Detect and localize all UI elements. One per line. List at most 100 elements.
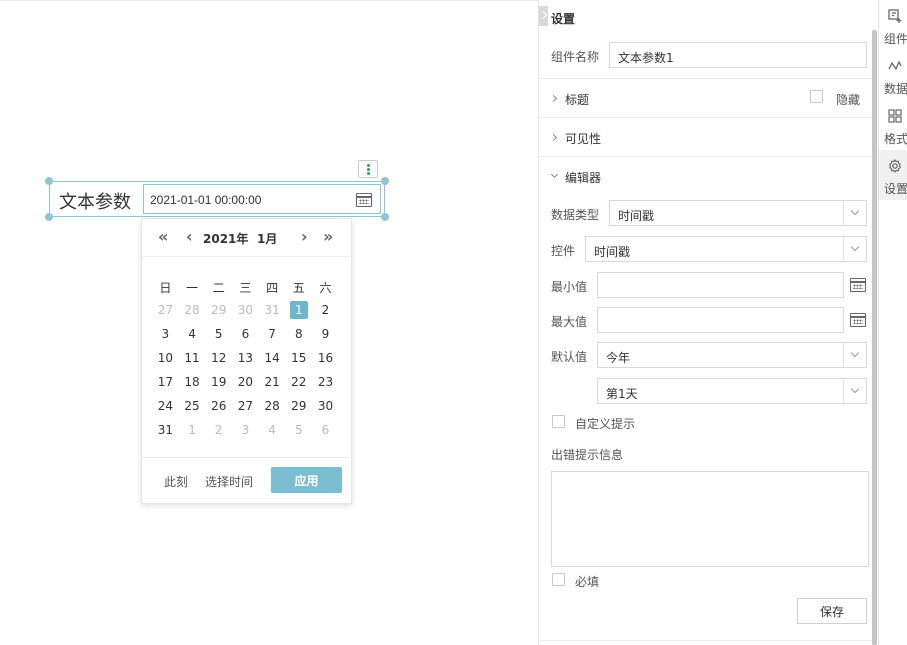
day-cell[interactable]: 4: [259, 421, 286, 439]
tab-format[interactable]: 格式: [879, 100, 907, 150]
day-cell[interactable]: 5: [285, 421, 312, 439]
day-cell[interactable]: 2: [205, 421, 232, 439]
error-msg-textarea[interactable]: [551, 471, 869, 567]
hide-checkbox[interactable]: [810, 90, 823, 103]
data-type-select[interactable]: 时间戳: [609, 200, 867, 226]
default-select[interactable]: 今年: [597, 342, 867, 368]
day-cell[interactable]: 19: [205, 373, 232, 391]
resize-handle-bottom-left[interactable]: [45, 213, 53, 221]
day-cell[interactable]: 6: [232, 325, 259, 343]
collapse-panel-button[interactable]: [539, 6, 548, 26]
day-cell[interactable]: 5: [205, 325, 232, 343]
week-row: 24 25 26 27 28 29 30: [152, 397, 349, 415]
text-param-widget[interactable]: 文本参数 2021-01-01 00:00:00: [49, 181, 385, 217]
day-cell[interactable]: 28: [259, 397, 286, 415]
section-editor[interactable]: 编辑器: [565, 169, 601, 186]
tab-settings[interactable]: 设置: [879, 150, 907, 200]
error-msg-label: 出错提示信息: [551, 448, 624, 462]
weekday-label: 二: [212, 281, 225, 295]
month-label[interactable]: 1月: [257, 230, 277, 247]
widget-more-button[interactable]: [358, 160, 378, 178]
day-cell[interactable]: 11: [179, 349, 206, 367]
resize-handle-top-right[interactable]: [381, 177, 389, 185]
tab-component[interactable]: 组件: [879, 0, 907, 50]
day-cell[interactable]: 6: [312, 421, 339, 439]
canvas: 文本参数 2021-01-01 00:00:00 « ‹ 2021年 1月 › …: [0, 0, 538, 645]
panel-scrollbar[interactable]: [872, 30, 877, 645]
day-cell[interactable]: 3: [152, 325, 179, 343]
section-title[interactable]: 标题: [565, 91, 589, 108]
calendar-icon[interactable]: [356, 193, 372, 207]
week-row: 10 11 12 13 14 15 16: [152, 349, 349, 367]
min-input[interactable]: [597, 272, 844, 298]
day-cell[interactable]: 23: [312, 373, 339, 391]
day-cell[interactable]: 27: [232, 397, 259, 415]
section-visibility[interactable]: 可见性: [565, 130, 601, 147]
day-cell[interactable]: 28: [179, 301, 206, 319]
now-button[interactable]: 此刻: [164, 473, 188, 490]
day-cell[interactable]: 4: [179, 325, 206, 343]
apply-button[interactable]: 应用: [271, 467, 342, 493]
day-cell[interactable]: 25: [179, 397, 206, 415]
required-checkbox[interactable]: [552, 573, 565, 586]
min-calendar-button[interactable]: [848, 275, 868, 295]
resize-handle-top-left[interactable]: [45, 177, 53, 185]
day-cell[interactable]: 30: [312, 397, 339, 415]
control-select[interactable]: 时间戳: [585, 236, 867, 262]
divider: [539, 156, 872, 157]
tab-data[interactable]: 数据: [879, 50, 907, 100]
day-cell[interactable]: 3: [232, 421, 259, 439]
day-cell[interactable]: 7: [259, 325, 286, 343]
next-year-button[interactable]: »: [323, 227, 333, 246]
day-cell[interactable]: 31: [152, 421, 179, 439]
day-cell[interactable]: 9: [312, 325, 339, 343]
chevron-down-icon: [550, 170, 559, 179]
component-name-label: 组件名称: [551, 50, 600, 64]
prev-year-button[interactable]: «: [158, 227, 168, 246]
custom-hint-checkbox[interactable]: [552, 415, 565, 428]
default-sub-select[interactable]: 第1天: [597, 378, 867, 404]
day-cell[interactable]: 17: [152, 373, 179, 391]
day-cell[interactable]: 15: [285, 349, 312, 367]
divider: [539, 117, 872, 118]
component-name-input[interactable]: 文本参数1: [609, 42, 867, 68]
max-calendar-button[interactable]: [848, 310, 868, 330]
day-cell[interactable]: 29: [285, 397, 312, 415]
day-cell[interactable]: 2: [312, 301, 339, 319]
week-row: 17 18 19 20 21 22 23: [152, 373, 349, 391]
chevron-down-icon: [843, 343, 866, 367]
day-cell[interactable]: 14: [259, 349, 286, 367]
day-cell[interactable]: 26: [205, 397, 232, 415]
year-label[interactable]: 2021年: [203, 230, 248, 247]
day-cell[interactable]: 29: [205, 301, 232, 319]
day-cell-selected[interactable]: 1: [289, 301, 308, 319]
day-cell[interactable]: 30: [232, 301, 259, 319]
day-cell[interactable]: 31: [259, 301, 286, 319]
datepicker-header: « ‹ 2021年 1月 › »: [142, 219, 351, 257]
tab-label: 组件: [884, 32, 907, 46]
day-cell[interactable]: 16: [312, 349, 339, 367]
divider: [539, 640, 872, 641]
day-cell[interactable]: 18: [179, 373, 206, 391]
day-cell[interactable]: 20: [232, 373, 259, 391]
next-month-button[interactable]: ›: [301, 227, 308, 246]
day-cell[interactable]: 27: [152, 301, 179, 319]
day-cell[interactable]: 10: [152, 349, 179, 367]
day-cell[interactable]: 24: [152, 397, 179, 415]
save-button[interactable]: 保存: [797, 598, 867, 624]
day-cell[interactable]: 13: [232, 349, 259, 367]
day-cell[interactable]: 22: [285, 373, 312, 391]
week-row: 27 28 29 30 31 1 2: [152, 301, 349, 319]
select-time-button[interactable]: 选择时间: [205, 473, 253, 490]
tab-label: 设置: [884, 182, 907, 196]
prev-month-button[interactable]: ‹: [186, 227, 193, 246]
day-cell[interactable]: 21: [259, 373, 286, 391]
day-cell[interactable]: 12: [205, 349, 232, 367]
day-cell[interactable]: 1: [179, 421, 206, 439]
resize-handle-bottom-right[interactable]: [381, 213, 389, 221]
more-dot: [367, 164, 370, 167]
day-cell[interactable]: 8: [285, 325, 312, 343]
max-input[interactable]: [597, 307, 844, 333]
weekday-label: 四: [266, 281, 279, 295]
date-input[interactable]: 2021-01-01 00:00:00: [143, 184, 381, 214]
